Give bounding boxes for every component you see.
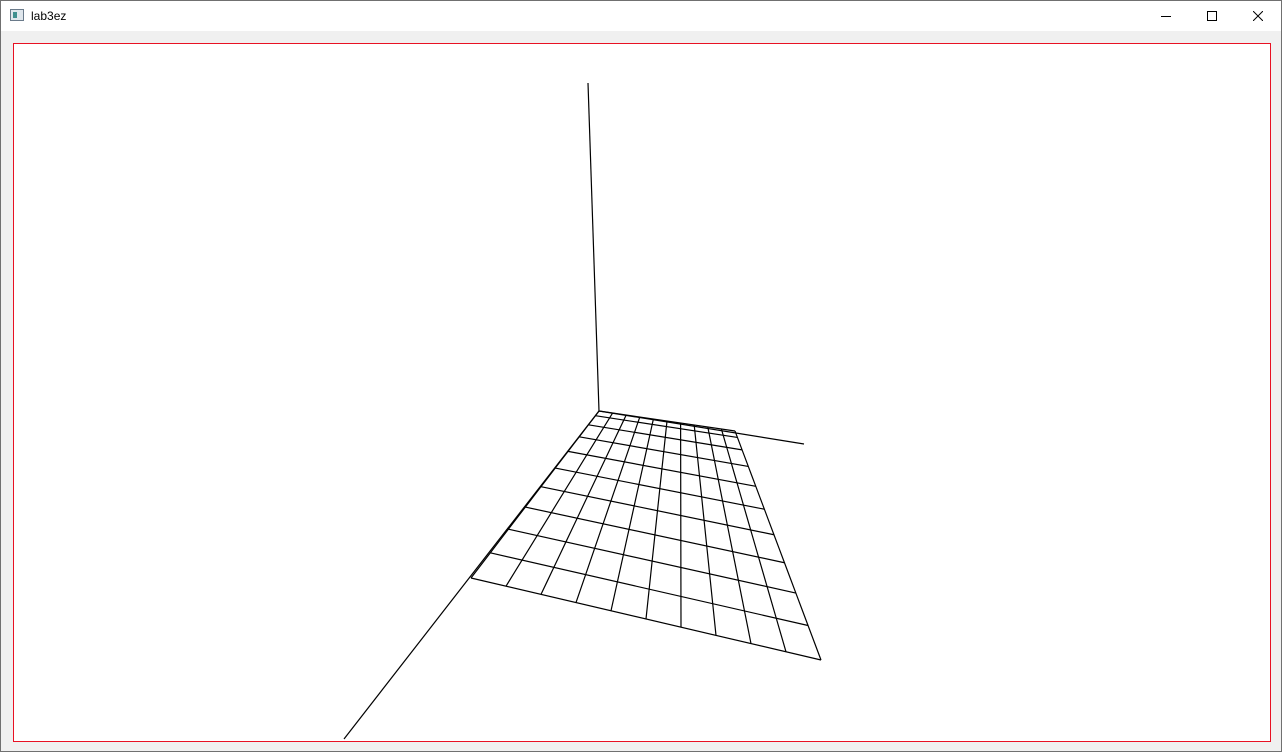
grid-column-line (505, 412, 614, 587)
window-title: lab3ez (31, 9, 67, 23)
app-icon[interactable] (10, 9, 24, 21)
grid-column-line (575, 416, 641, 603)
minimize-icon (1161, 16, 1171, 17)
surface-grid (470, 410, 822, 661)
grid-column-line (693, 424, 717, 636)
axes (343, 82, 805, 740)
render-canvas[interactable] (13, 43, 1271, 742)
maximize-icon (1207, 11, 1217, 21)
close-button[interactable] (1235, 1, 1281, 31)
grid-column-line (707, 426, 752, 644)
title-bar[interactable]: lab3ez (1, 1, 1281, 31)
client-area (1, 32, 1281, 751)
grid-column-line (610, 418, 654, 611)
close-icon (1253, 11, 1263, 21)
grid-column-line (540, 414, 627, 595)
app-window: lab3ez (0, 0, 1282, 752)
maximize-button[interactable] (1189, 1, 1235, 31)
minimize-button[interactable] (1143, 1, 1189, 31)
scene-3d (343, 82, 822, 740)
z-axis-line (587, 82, 600, 412)
